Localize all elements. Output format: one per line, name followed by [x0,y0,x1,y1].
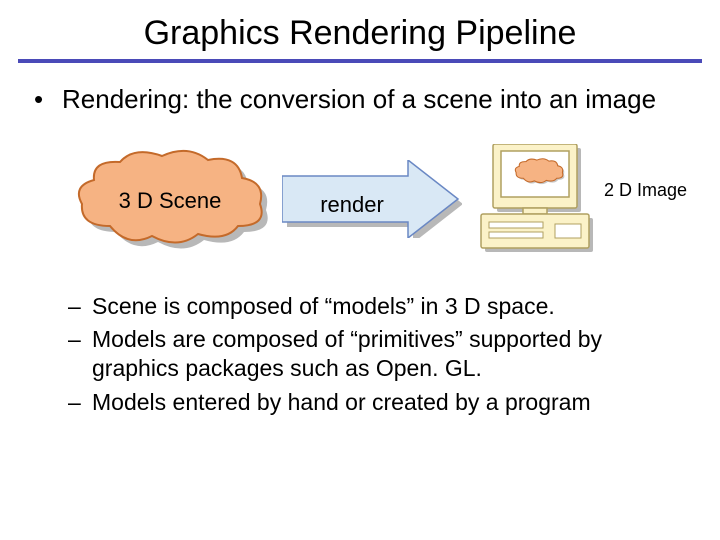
bullet-dot-icon: • [30,83,62,116]
dash-icon: – [68,292,92,321]
computer-icon [475,144,595,260]
list-item-text: Models are composed of “primitives” supp… [92,325,690,384]
list-item: – Models are composed of “primitives” su… [68,325,690,384]
pipeline-diagram: 3 D Scene render [30,142,690,262]
list-item: – Scene is composed of “models” in 3 D s… [68,292,690,321]
render-arrow: render [282,160,462,238]
sub-bullet-list: – Scene is composed of “models” in 3 D s… [30,292,690,418]
render-arrow-label: render [282,192,422,218]
output-image-label: 2 D Image [604,180,687,201]
list-item-text: Models entered by hand or created by a p… [92,388,690,417]
slide-title: Graphics Rendering Pipeline [0,0,720,59]
list-item-text: Scene is composed of “models” in 3 D spa… [92,292,690,321]
computer-output [475,144,595,260]
main-bullet-text: Rendering: the conversion of a scene int… [62,83,690,116]
scene-cloud: 3 D Scene [70,148,270,252]
dash-icon: – [68,325,92,384]
dash-icon: – [68,388,92,417]
list-item: – Models entered by hand or created by a… [68,388,690,417]
slide-content: • Rendering: the conversion of a scene i… [0,63,720,417]
main-bullet: • Rendering: the conversion of a scene i… [30,83,690,116]
scene-cloud-label: 3 D Scene [70,188,270,214]
